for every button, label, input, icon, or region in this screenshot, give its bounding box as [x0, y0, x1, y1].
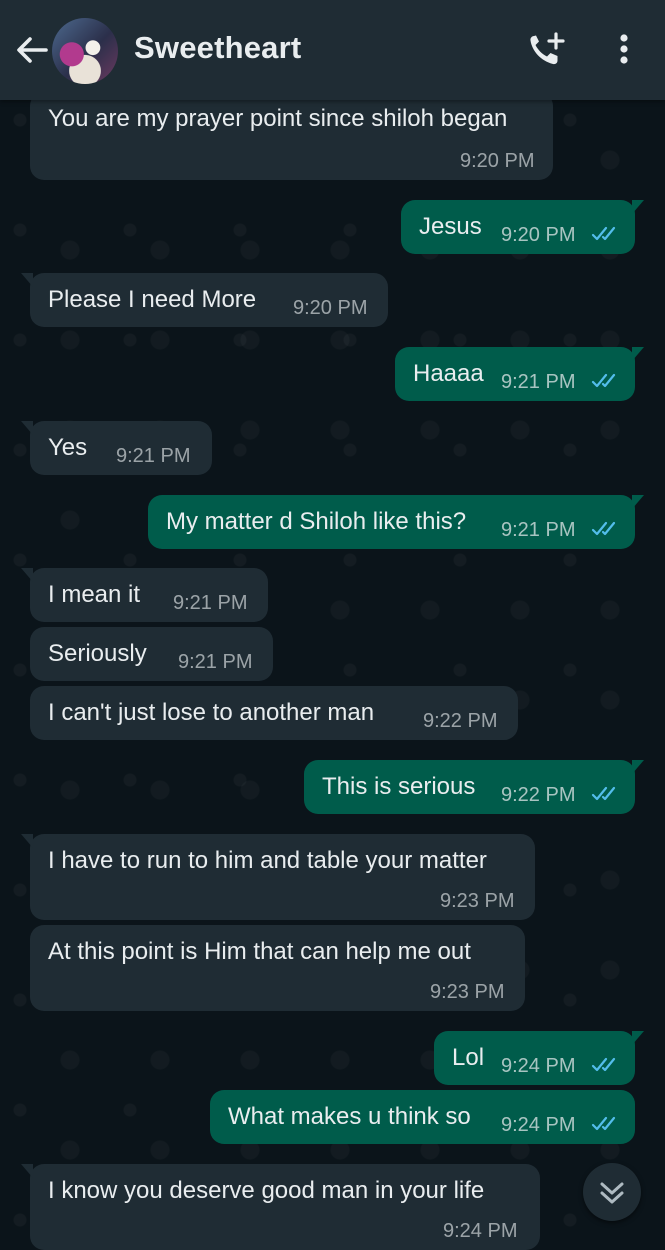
bubble-tail	[21, 273, 33, 287]
message-bubble-outgoing[interactable]: This is serious 9:22 PM	[304, 760, 644, 814]
message-bubble-incoming[interactable]: Yes 9:21 PM	[21, 421, 212, 475]
bubble-tail	[632, 760, 644, 774]
message-time: 9:24 PM	[501, 1055, 576, 1077]
double-check-icon	[591, 226, 616, 241]
bubble-tail	[21, 834, 33, 848]
more-vertical-icon[interactable]	[608, 30, 638, 70]
message-time: 9:20 PM	[460, 150, 535, 172]
message-bubble-incoming[interactable]: Please I need More 9:20 PM	[21, 273, 388, 327]
message-text: Lol	[452, 1044, 485, 1071]
bubble-tail	[632, 200, 644, 214]
message-text: I mean it	[48, 581, 141, 608]
message-text: Jesus	[419, 213, 482, 240]
double-check-icon	[591, 1057, 616, 1072]
double-check-icon	[591, 373, 616, 388]
double-check-icon	[591, 1116, 616, 1131]
message-text: You are my prayer point since shiloh beg…	[48, 105, 508, 132]
message-time: 9:22 PM	[423, 710, 498, 732]
bubble-tail	[21, 421, 33, 435]
message-bubble-incoming[interactable]: At this point is Him that can help me ou…	[30, 925, 525, 1011]
message-time: 9:21 PM	[501, 371, 576, 393]
bubble-tail	[632, 1031, 644, 1045]
message-bubble-incoming[interactable]: Seriously 9:21 PM	[30, 627, 273, 681]
bubble-tail	[632, 347, 644, 361]
bubble-tail	[21, 568, 33, 582]
message-text: My matter d Shiloh like this?	[166, 508, 467, 535]
message-bubble-incoming[interactable]: I have to run to him and table your matt…	[21, 834, 535, 920]
message-time: 9:24 PM	[443, 1220, 518, 1242]
message-time: 9:24 PM	[501, 1114, 576, 1136]
message-time: 9:21 PM	[116, 445, 191, 467]
message-text: Please I need More	[48, 286, 257, 313]
message-bubble-outgoing[interactable]: My matter d Shiloh like this? 9:21 PM	[148, 495, 644, 549]
message-text: This is serious	[322, 773, 476, 800]
message-time: 9:21 PM	[501, 519, 576, 541]
message-bubble-outgoing[interactable]: What makes u think so 9:24 PM	[210, 1090, 635, 1144]
message-bubble-outgoing[interactable]: Haaaa 9:21 PM	[395, 347, 644, 401]
message-bubble-incoming[interactable]: I know you deserve good man in your life…	[21, 1164, 540, 1250]
message-text: Yes	[48, 434, 88, 461]
chat-header: Sweetheart	[0, 0, 665, 100]
double-check-icon	[591, 521, 616, 536]
message-bubble-outgoing[interactable]: Lol 9:24 PM	[434, 1031, 644, 1085]
double-chevron-down-icon	[600, 1182, 624, 1204]
scroll-to-bottom-button[interactable]	[583, 1163, 641, 1221]
message-time: 9:23 PM	[430, 981, 505, 1003]
message-time: 9:23 PM	[440, 890, 515, 912]
message-time: 9:21 PM	[173, 592, 248, 614]
message-text: What makes u think so	[228, 1103, 471, 1130]
message-text: I can't just lose to another man	[48, 699, 375, 726]
message-time: 9:22 PM	[501, 784, 576, 806]
message-text: I have to run to him and table your matt…	[48, 847, 487, 874]
message-bubble-incoming[interactable]: You are my prayer point since shiloh beg…	[30, 92, 553, 180]
contact-name[interactable]: Sweetheart	[134, 30, 301, 66]
message-time: 9:21 PM	[178, 651, 253, 673]
message-time: 9:20 PM	[501, 224, 576, 246]
double-check-icon	[591, 786, 616, 801]
message-text: At this point is Him that can help me ou…	[48, 938, 471, 965]
message-text: I know you deserve good man in your life	[48, 1177, 485, 1204]
add-call-icon[interactable]	[526, 30, 570, 70]
message-text: Seriously	[48, 640, 147, 667]
message-bubble-incoming[interactable]: I mean it 9:21 PM	[21, 568, 268, 622]
message-bubble-outgoing[interactable]: Jesus 9:20 PM	[401, 200, 644, 254]
avatar[interactable]	[52, 18, 118, 84]
bubble-tail	[21, 1164, 33, 1178]
message-time: 9:20 PM	[293, 297, 368, 319]
message-bubble-incoming[interactable]: I can't just lose to another man 9:22 PM	[30, 686, 518, 740]
bubble-tail	[632, 495, 644, 509]
message-text: Haaaa	[413, 360, 484, 387]
arrow-left-icon[interactable]	[12, 30, 52, 70]
